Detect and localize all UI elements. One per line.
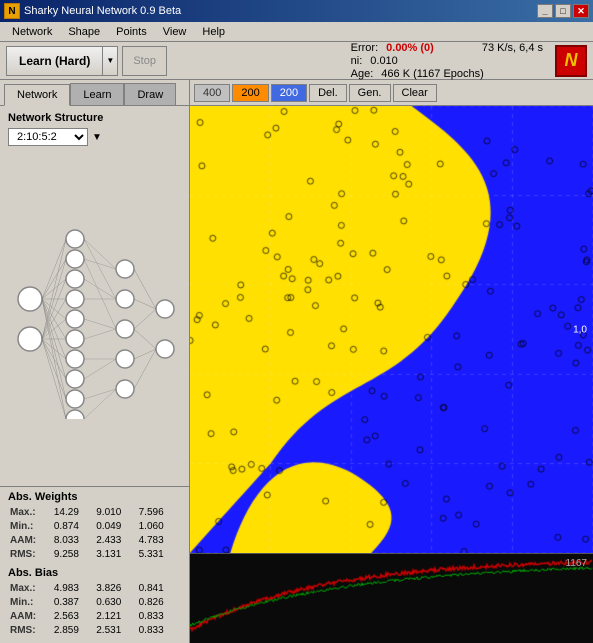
scatter-canvas[interactable] bbox=[190, 106, 593, 553]
network-section: Network Structure 2:10:5:2 ▼ bbox=[0, 106, 189, 152]
bottom-chart: 1167 bbox=[190, 553, 593, 643]
weights-table: Max.: 14.29 9.010 7.596 Min.: 0.874 0.04… bbox=[8, 505, 181, 563]
learn-button-group: Learn (Hard) ▼ bbox=[6, 46, 118, 76]
error-value: 0.00% (0) bbox=[386, 42, 434, 54]
content-area: Network Learn Draw Network Structure 2:1… bbox=[0, 80, 593, 643]
menu-network[interactable]: Network bbox=[4, 23, 60, 41]
menu-bar: Network Shape Points View Help bbox=[0, 22, 593, 42]
age-label: Age: bbox=[351, 68, 374, 80]
ni-label: ni: bbox=[351, 55, 363, 67]
window-controls: _ □ ✕ bbox=[537, 4, 589, 18]
network-structure-title: Network Structure bbox=[8, 112, 181, 124]
toolbar: Learn (Hard) ▼ Stop Error: 0.00% (0) 73 … bbox=[0, 42, 593, 80]
menu-help[interactable]: Help bbox=[194, 23, 233, 41]
table-row: Min.: 0.387 0.630 0.826 bbox=[10, 597, 179, 609]
table-row: Max.: 14.29 9.010 7.596 bbox=[10, 507, 179, 519]
btn-200b[interactable]: 200 bbox=[271, 84, 307, 102]
table-row: Min.: 0.874 0.049 1.060 bbox=[10, 521, 179, 533]
table-row: AAM: 8.033 2.433 4.783 bbox=[10, 535, 179, 547]
error-label: Error: bbox=[351, 42, 379, 54]
ni-value: 0.010 bbox=[370, 55, 398, 67]
table-row: Max.: 4.983 3.826 0.841 bbox=[10, 583, 179, 595]
del-button[interactable]: Del. bbox=[309, 84, 347, 102]
tab-draw[interactable]: Draw bbox=[124, 83, 176, 105]
close-button[interactable]: ✕ bbox=[573, 4, 589, 18]
menu-shape[interactable]: Shape bbox=[60, 23, 108, 41]
learn-button[interactable]: Learn (Hard) bbox=[6, 46, 102, 76]
title-bar: N Sharky Neural Network 0.9 Beta _ □ ✕ bbox=[0, 0, 593, 22]
menu-points[interactable]: Points bbox=[108, 23, 155, 41]
btn-400[interactable]: 400 bbox=[194, 84, 230, 102]
nn-logo: N bbox=[555, 45, 587, 77]
tab-learn[interactable]: Learn bbox=[70, 83, 124, 105]
left-panel: Network Learn Draw Network Structure 2:1… bbox=[0, 80, 190, 643]
app-icon: N bbox=[4, 3, 20, 19]
learn-dropdown[interactable]: ▼ bbox=[102, 46, 118, 76]
maximize-button[interactable]: □ bbox=[555, 4, 571, 18]
btn-200a[interactable]: 200 bbox=[232, 84, 268, 102]
app-window: N Sharky Neural Network 0.9 Beta _ □ ✕ N… bbox=[0, 0, 593, 643]
table-row: RMS: 2.859 2.531 0.833 bbox=[10, 625, 179, 637]
nn-svg bbox=[10, 219, 180, 419]
scatter-plot-container: 1,0 bbox=[190, 106, 593, 553]
tab-network[interactable]: Network bbox=[4, 84, 70, 106]
weights-section: Abs. Weights Max.: 14.29 9.010 7.596 Min… bbox=[0, 486, 189, 643]
app-title: Sharky Neural Network 0.9 Beta bbox=[24, 5, 537, 17]
table-row: AAM: 2.563 2.121 0.833 bbox=[10, 611, 179, 623]
epoch-label: 1167 bbox=[565, 558, 587, 569]
table-row: RMS: 9.258 3.131 5.331 bbox=[10, 549, 179, 561]
bias-table: Max.: 4.983 3.826 0.841 Min.: 0.387 0.63… bbox=[8, 581, 181, 639]
clear-button[interactable]: Clear bbox=[393, 84, 437, 102]
nn-visualization bbox=[0, 152, 189, 486]
y-axis-label: 1,0 bbox=[573, 324, 587, 335]
minimize-button[interactable]: _ bbox=[537, 4, 553, 18]
age-value: 466 K (1167 Epochs) bbox=[381, 68, 484, 80]
left-tabs: Network Learn Draw bbox=[0, 80, 180, 105]
right-panel: 400 200 200 Del. Gen. Clear 1,0 1167 bbox=[190, 80, 593, 643]
gen-button[interactable]: Gen. bbox=[349, 84, 391, 102]
stop-button[interactable]: Stop bbox=[122, 46, 167, 76]
abs-bias-title: Abs. Bias bbox=[8, 567, 181, 579]
menu-view[interactable]: View bbox=[155, 23, 195, 41]
abs-weights-title: Abs. Weights bbox=[8, 491, 181, 503]
speed-value: 73 K/s, 6,4 s bbox=[482, 42, 543, 54]
toolbar-info: Error: 0.00% (0) 73 K/s, 6,4 s ni: 0.010… bbox=[351, 42, 543, 80]
chart-canvas bbox=[190, 554, 593, 643]
structure-select[interactable]: 2:10:5:2 bbox=[8, 128, 88, 146]
